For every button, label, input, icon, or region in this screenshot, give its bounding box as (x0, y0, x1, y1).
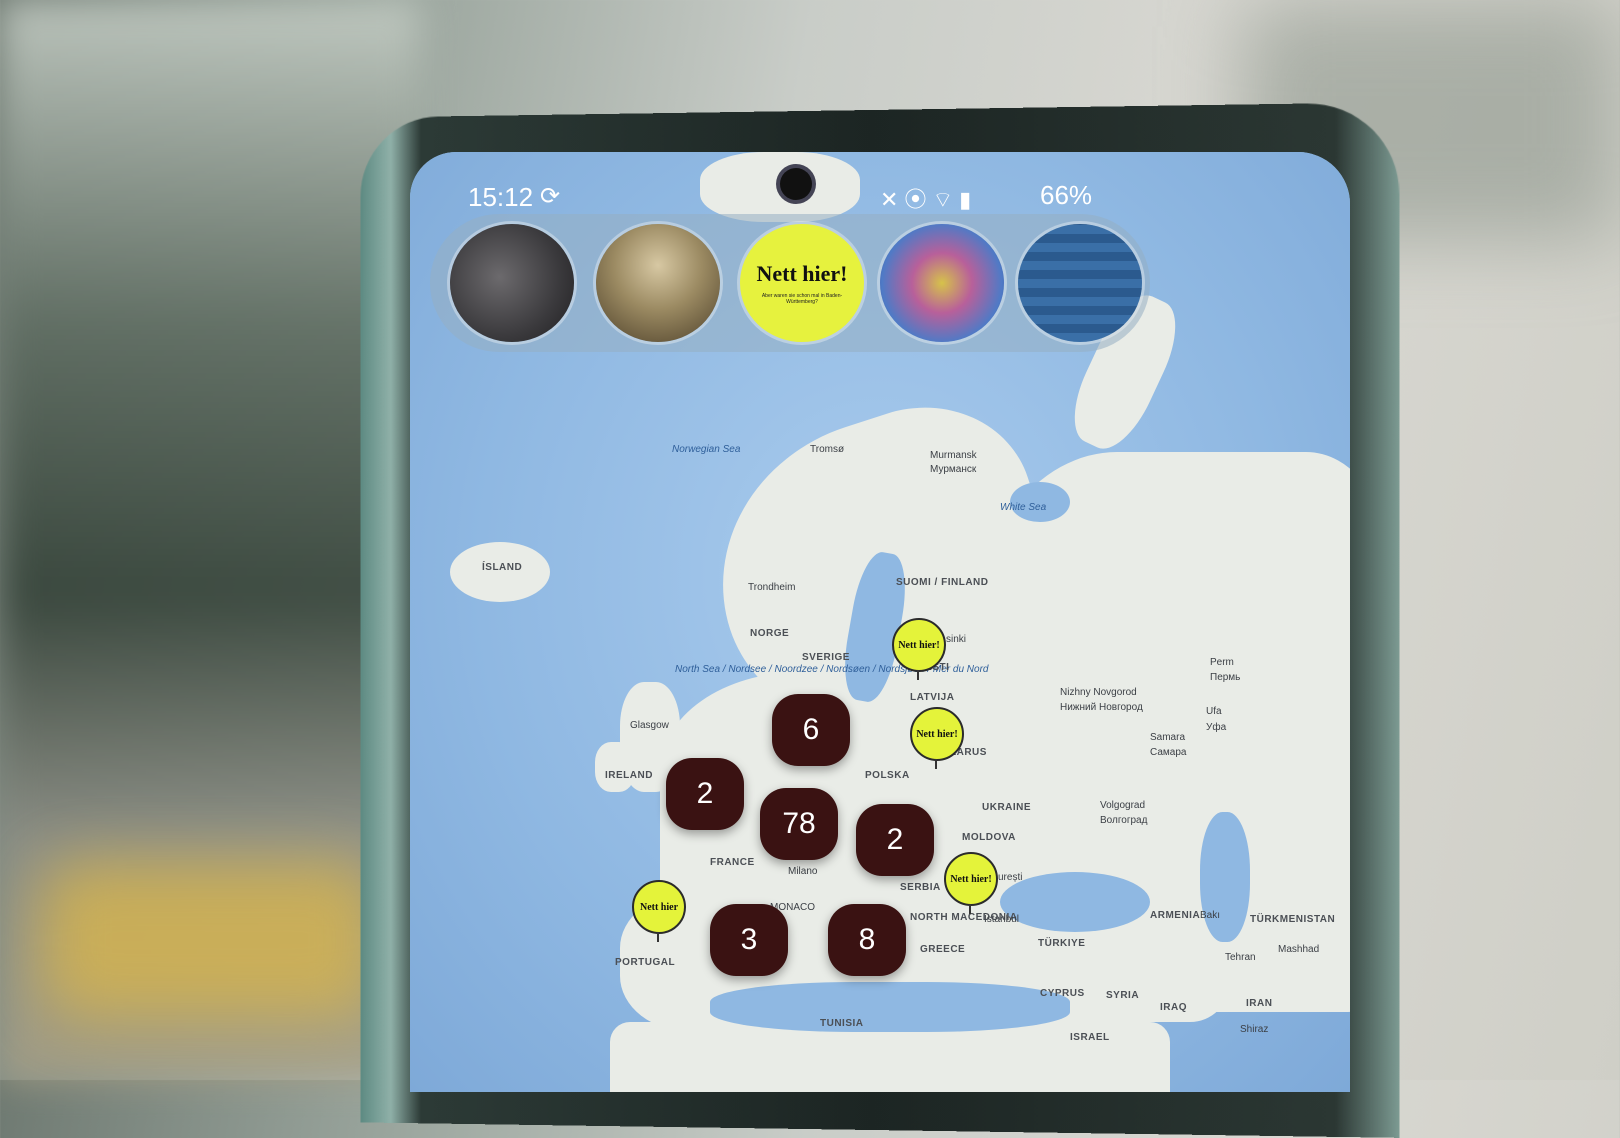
label-perm-cyr: Пермь (1210, 672, 1241, 683)
label-portugal: PORTUGAL (615, 957, 676, 968)
map-cluster[interactable]: 8 (828, 904, 906, 976)
label-iceland: ÍSLAND (482, 562, 523, 573)
label-armenia: ARMENIA (1150, 910, 1201, 921)
label-murmansk-cyr: Мурманск (930, 464, 977, 475)
label-perm: Perm (1210, 657, 1234, 668)
battery-level: 66% (1040, 180, 1093, 210)
label-israel: ISRAEL (1070, 1032, 1110, 1043)
label-murmansk: Murmansk (930, 450, 977, 461)
water-black-sea (1000, 872, 1150, 932)
label-trondheim: Trondheim (748, 582, 796, 593)
label-mashhad: Mashhad (1278, 944, 1320, 955)
label-istanbul: İstanbul (984, 914, 1020, 925)
status-icons: ✕⦿⌔▮ (880, 182, 977, 214)
map-pin[interactable]: Nett hier! (910, 707, 964, 769)
label-shiraz: Shiraz (1240, 1024, 1269, 1035)
label-iran: IRAN (1246, 998, 1273, 1009)
label-ufa-cyr: Уфа (1206, 722, 1227, 733)
story-mona-lisa[interactable] (596, 224, 720, 342)
camera-hole (780, 168, 812, 200)
map-pin[interactable]: Nett hier (632, 880, 686, 942)
background-yellow-blur (40, 860, 380, 1020)
label-latvija: LATVIJA (910, 692, 955, 703)
label-white-sea: White Sea (1000, 502, 1047, 513)
label-nizhny-cyr: Нижний Новгород (1060, 702, 1143, 713)
label-finland: SUOMI / FINLAND (896, 577, 989, 588)
mute-icon: ✕ (880, 187, 905, 212)
label-norwegian-sea: Norwegian Sea (672, 444, 741, 455)
cluster-count: 2 (696, 777, 714, 810)
label-france: FRANCE (710, 857, 755, 868)
label-syria: SYRIA (1106, 990, 1140, 1001)
label-ufa: Ufa (1206, 706, 1222, 717)
map-cluster[interactable]: 2 (666, 758, 744, 830)
label-serbia: SERBIA (900, 882, 941, 893)
label-ukraine: UKRAINE (982, 802, 1032, 813)
water-mediterranean (710, 982, 1070, 1032)
cluster-count: 3 (740, 923, 758, 956)
signal-icon: ▮ (959, 187, 978, 212)
story-blue-pattern[interactable] (1018, 224, 1142, 342)
land-ireland (595, 742, 635, 792)
pin-label: Nett hier (639, 901, 679, 913)
label-samara-cyr: Самара (1150, 747, 1187, 758)
label-tehran: Tehran (1225, 952, 1256, 963)
pin-label: Nett hier! (898, 639, 940, 651)
map-cluster[interactable]: 2 (856, 804, 934, 876)
map-cluster[interactable]: 6 (772, 694, 850, 766)
label-baki: Bakı (1200, 910, 1221, 921)
map-pin[interactable]: Nett hier! (944, 852, 998, 914)
pin-label: Nett hier! (916, 728, 958, 740)
label-norge: NORGE (750, 628, 790, 639)
label-iraq: IRAQ (1160, 1002, 1187, 1013)
label-volgograd: Volgograd (1100, 800, 1146, 811)
story-subtitle: Aber waren sie schon mal in Baden-Württe… (761, 293, 843, 305)
label-nizhny: Nizhny Novgorod (1060, 687, 1137, 698)
cluster-count: 2 (886, 823, 904, 856)
story-title: Nett hier! (756, 261, 848, 286)
label-tromso: Tromsø (810, 444, 845, 455)
label-sverige: SVERIGE (802, 652, 850, 663)
map-cluster[interactable]: 3 (710, 904, 788, 976)
label-ireland: IRELAND (605, 770, 653, 781)
story-eye-painting[interactable] (880, 224, 1004, 342)
label-tunisia: TUNISIA (820, 1018, 864, 1029)
sync-icon: ⟳ (540, 183, 561, 210)
label-turkmenistan: TÜRKMENISTAN (1250, 914, 1336, 925)
label-helsinki: sinki (946, 634, 967, 645)
cluster-count: 8 (858, 923, 876, 956)
wifi-icon: ⌔ (932, 187, 960, 212)
status-bar: 15:12 ⟳ ✕⦿⌔▮ 66% (410, 176, 1350, 216)
label-volgograd-cyr: Волгоград (1100, 815, 1148, 826)
map-pin[interactable]: Nett hier! (892, 618, 946, 680)
label-bucuresti: urești (998, 872, 1023, 883)
cluster-count: 78 (782, 807, 816, 840)
label-greece: GREECE (920, 944, 966, 955)
label-samara: Samara (1150, 732, 1186, 743)
water-caspian (1200, 812, 1250, 942)
status-time: 15:12 (468, 182, 534, 212)
location-icon: ⦿ (904, 187, 933, 212)
label-moldova: MOLDOVA (962, 832, 1016, 843)
label-cyprus: CYPRUS (1040, 988, 1085, 999)
label-polska: POLSKA (865, 770, 910, 781)
story-portrait-dark[interactable] (450, 224, 574, 342)
pin-label: Nett hier! (950, 873, 992, 885)
map-cluster[interactable]: 78 (760, 788, 838, 860)
phone-screen: 15:12 ⟳ ✕⦿⌔▮ 66% Nett hier! Aber waren s… (410, 152, 1350, 1092)
story-nett-hier[interactable]: Nett hier! Aber waren sie schon mal in B… (740, 224, 864, 342)
label-turkiye: TÜRKIYE (1038, 938, 1086, 949)
label-glasgow: Glasgow (630, 720, 669, 731)
label-milano: Milano (788, 866, 818, 877)
cluster-count: 6 (802, 713, 820, 746)
